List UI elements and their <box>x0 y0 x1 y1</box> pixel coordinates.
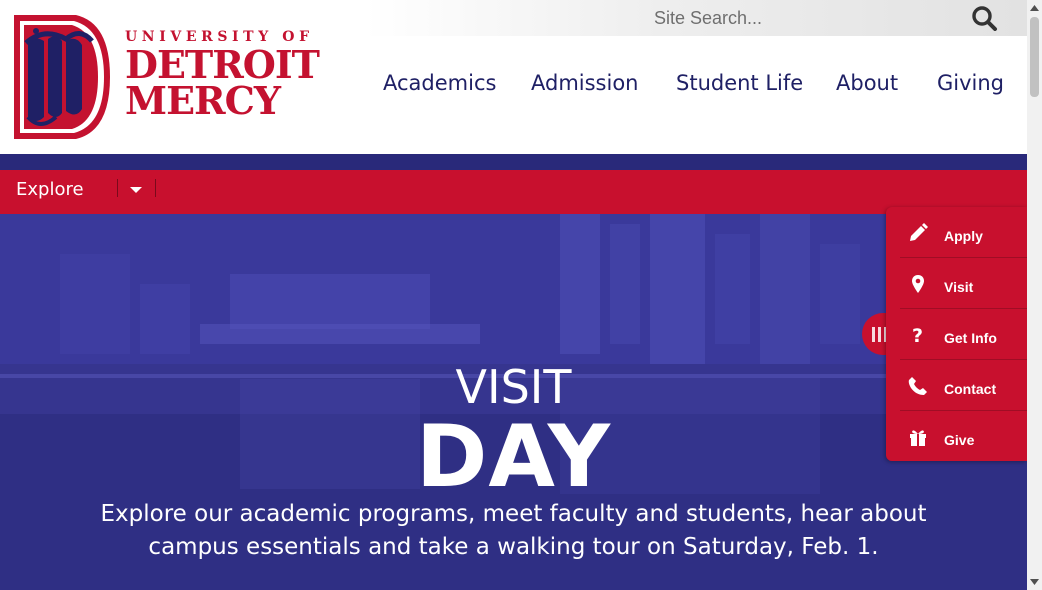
nav-item-giving[interactable]: Giving <box>937 71 1004 95</box>
question-icon: ? <box>912 325 923 345</box>
explore-dropdown-label[interactable]: Explore <box>16 179 84 200</box>
search-icon[interactable] <box>970 5 1000 31</box>
explore-separator <box>117 179 118 197</box>
quick-link-divider <box>900 257 1027 258</box>
quick-link-label: Give <box>944 432 975 448</box>
quick-link-label: Get Info <box>944 330 997 346</box>
phone-icon <box>908 377 927 395</box>
quick-link-visit[interactable]: Visit <box>886 260 1027 310</box>
hero-title-large: DAY <box>416 407 611 507</box>
page-scrollbar[interactable] <box>1027 0 1042 590</box>
quick-link-divider <box>900 359 1027 360</box>
quick-link-divider <box>900 410 1027 411</box>
site-header: UNIVERSITY OF DETROIT MERCY Academics Ad… <box>0 0 1027 154</box>
nav-item-about[interactable]: About <box>836 71 898 95</box>
quick-link-label: Apply <box>944 228 983 244</box>
scroll-down-arrow-icon[interactable] <box>1030 578 1039 586</box>
quick-link-label: Contact <box>944 381 997 397</box>
pencil-icon <box>910 223 928 241</box>
university-logo[interactable]: UNIVERSITY OF DETROIT MERCY <box>10 13 325 143</box>
site-search-bar <box>365 0 1027 36</box>
quick-link-contact[interactable]: Contact <box>886 362 1027 412</box>
explore-separator-right <box>155 179 156 197</box>
nav-item-student-life[interactable]: Student Life <box>676 71 803 95</box>
quick-link-apply[interactable]: Apply <box>886 209 1027 259</box>
quick-links-panel: Apply Visit ? Get Info Contact Give <box>886 207 1027 461</box>
map-marker-icon <box>912 275 924 293</box>
scrollbar-thumb[interactable] <box>1030 17 1039 97</box>
quick-link-divider <box>900 308 1027 309</box>
logo-line-mercy: MERCY <box>125 78 281 123</box>
caret-down-icon[interactable] <box>124 180 148 200</box>
scroll-up-arrow-icon[interactable] <box>1030 4 1039 12</box>
nav-item-academics[interactable]: Academics <box>383 71 496 95</box>
header-divider-band <box>0 154 1027 170</box>
quick-link-get-info[interactable]: ? Get Info <box>886 311 1027 361</box>
quick-link-give[interactable]: Give <box>886 413 1027 463</box>
logo-wordmark: UNIVERSITY OF DETROIT MERCY <box>125 29 320 123</box>
quick-link-label: Visit <box>944 279 974 295</box>
svg-text:?: ? <box>912 325 923 345</box>
hero-description: Explore our academic programs, meet facu… <box>100 501 927 560</box>
search-input[interactable] <box>648 0 970 36</box>
detroit-mercy-d-logo-icon <box>14 15 110 139</box>
gift-icon <box>910 430 926 446</box>
nav-item-admission[interactable]: Admission <box>531 71 639 95</box>
explore-bar: Explore <box>0 170 1027 214</box>
hero-banner: VISIT DAY Explore our academic programs,… <box>0 214 1027 590</box>
